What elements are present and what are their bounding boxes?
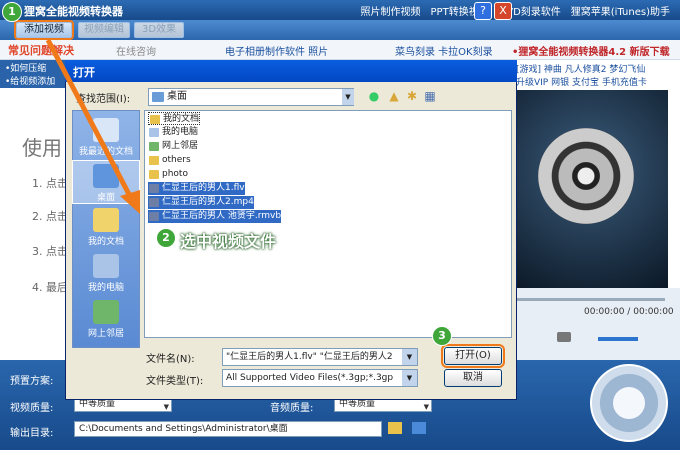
documents-icon [93,208,119,232]
convert-button[interactable] [590,364,668,442]
app-title: 狸窝全能视频转换器 [24,5,123,18]
filetype-label: 文件类型(T): [146,376,204,387]
ad-burn-link[interactable]: 菜鸟刻录 卡拉OK刻录 [395,43,493,58]
chevron-down-icon: ▼ [423,403,429,411]
audio-quality-label: 音频质量: [270,403,314,414]
browse-folder-icon[interactable] [388,422,402,434]
step-3-badge: 3 [432,326,452,346]
list-item[interactable]: photo [148,168,188,181]
video-file-icon [149,184,159,193]
step-2-label: 选中视频文件 [180,232,277,251]
step-1-badge: 1 [2,2,22,22]
new-version-link[interactable]: •狸窝全能视频转换器4.2 新版下载 [512,43,670,58]
3d-effect-button[interactable]: 3D效果 [134,22,184,38]
list-item[interactable]: 我的电脑 [148,126,198,139]
list-item[interactable]: 网上邻居 [148,140,198,153]
recent-docs-icon [93,118,119,142]
filename-label: 文件名(N): [146,354,195,365]
view-menu-icon[interactable]: ▦ [422,89,438,105]
time-total: 00:00:00 [633,307,674,317]
add-video-button[interactable]: 添加视频 [14,20,74,40]
guide-step-3: 3. 点击 [32,245,68,258]
online-consult-link[interactable]: 在线咨询 [116,43,156,58]
folder-icon [150,115,160,124]
place-my-computer[interactable]: 我的电脑 [72,254,140,293]
network-icon [149,142,159,151]
time-separator: / [627,307,631,317]
right-ad-bar: [游戏] 神曲 凡人修真2 梦幻飞仙 升级VIP 网银 支付宝 手机充值卡 [512,60,680,90]
video-file-icon [149,198,159,207]
output-dir-label: 输出目录: [10,428,54,439]
list-item[interactable]: 仁显王后的男人 池贤宇.rmvb [148,210,282,223]
close-button[interactable]: X [494,2,512,20]
volume-slider[interactable] [598,337,638,341]
ad-vip[interactable]: 升级VIP 网银 支付宝 手机充值卡 [516,75,647,88]
dialog-title-bar: 打开 [65,60,517,82]
list-item[interactable]: 我的文档 [148,112,201,125]
list-item[interactable]: 仁显王后的男人2.mp4 [148,196,254,209]
chevron-down-icon[interactable]: ▼ [402,349,417,365]
place-recent[interactable]: 我最近的文档 [72,118,140,157]
ad-games[interactable]: [游戏] 神曲 凡人修真2 梦幻飞仙 [516,62,645,75]
open-folder-icon[interactable] [412,422,426,434]
place-my-documents[interactable]: 我的文档 [72,208,140,247]
time-display: 00:00:00 / 00:00:00 [584,307,674,317]
folder-icon [149,156,159,165]
output-dir-field[interactable]: C:\Documents and Settings\Administrator\… [74,421,382,437]
preset-label: 预置方案: [10,376,54,387]
ad-album-link[interactable]: 电子相册制作软件 照片 [225,43,328,58]
folder-icon [149,170,159,179]
toolbar: 添加视频 视频编辑 3D效果 [0,20,680,40]
computer-icon [149,128,159,137]
lookin-select[interactable]: 桌面 [148,88,354,106]
link-photo-video[interactable]: 照片制作视频 [361,3,421,18]
list-item[interactable]: others [148,154,191,167]
camera-icon[interactable] [557,332,571,342]
open-button[interactable]: 打开(O) [441,344,505,368]
up-folder-icon[interactable]: ▲ [386,89,402,105]
desktop-icon [93,164,119,188]
back-icon[interactable]: ● [366,89,382,105]
guide-title: 使用 [22,136,62,160]
edit-video-button[interactable]: 视频编辑 [78,22,130,38]
title-bar: 狸窝全能视频转换器 照片制作视频 PPT转换视频 DVD刻录软件 狸窝苹果(iT… [0,0,680,20]
network-icon [93,300,119,324]
computer-icon [93,254,119,278]
file-list [144,110,512,338]
chevron-down-icon[interactable]: ▼ [342,89,354,105]
step-2-badge: 2 [156,228,176,248]
chevron-down-icon: ▼ [163,403,169,411]
filetype-select[interactable]: All Supported Video Files(*.3gp;*.3gp ▼ [222,369,418,387]
new-folder-icon[interactable]: ✱ [404,89,420,105]
video-quality-label: 视频质量: [10,403,54,414]
film-reel-icon [538,128,634,224]
cancel-button[interactable]: 取消 [444,369,502,387]
lookin-label: 查找范围(I): [76,94,131,105]
filename-input[interactable]: "仁显王后的男人1.flv" "仁显王后的男人2 ▼ [222,348,418,366]
list-item[interactable]: 仁显王后的男人1.flv [148,182,245,195]
faq-title[interactable]: 常见问题解决 [8,42,74,58]
desktop-icon [152,92,164,102]
time-current: 00:00:00 [584,307,625,317]
place-network[interactable]: 网上邻居 [72,300,140,339]
seek-slider[interactable] [515,298,665,301]
video-file-icon [149,212,159,221]
dialog-title: 打开 [73,66,95,79]
help-button[interactable]: ? [474,2,492,20]
tip-compress[interactable]: •如何压缩 [5,61,46,74]
tip-add[interactable]: •给视频添加 [5,74,55,87]
chevron-down-icon[interactable]: ▼ [402,370,417,386]
top-links: 照片制作视频 PPT转换视频 DVD刻录软件 狸窝苹果(iTunes)助手 [361,3,670,18]
link-itunes-helper[interactable]: 狸窝苹果(iTunes)助手 [571,3,670,18]
place-desktop[interactable]: 桌面 [72,160,140,204]
